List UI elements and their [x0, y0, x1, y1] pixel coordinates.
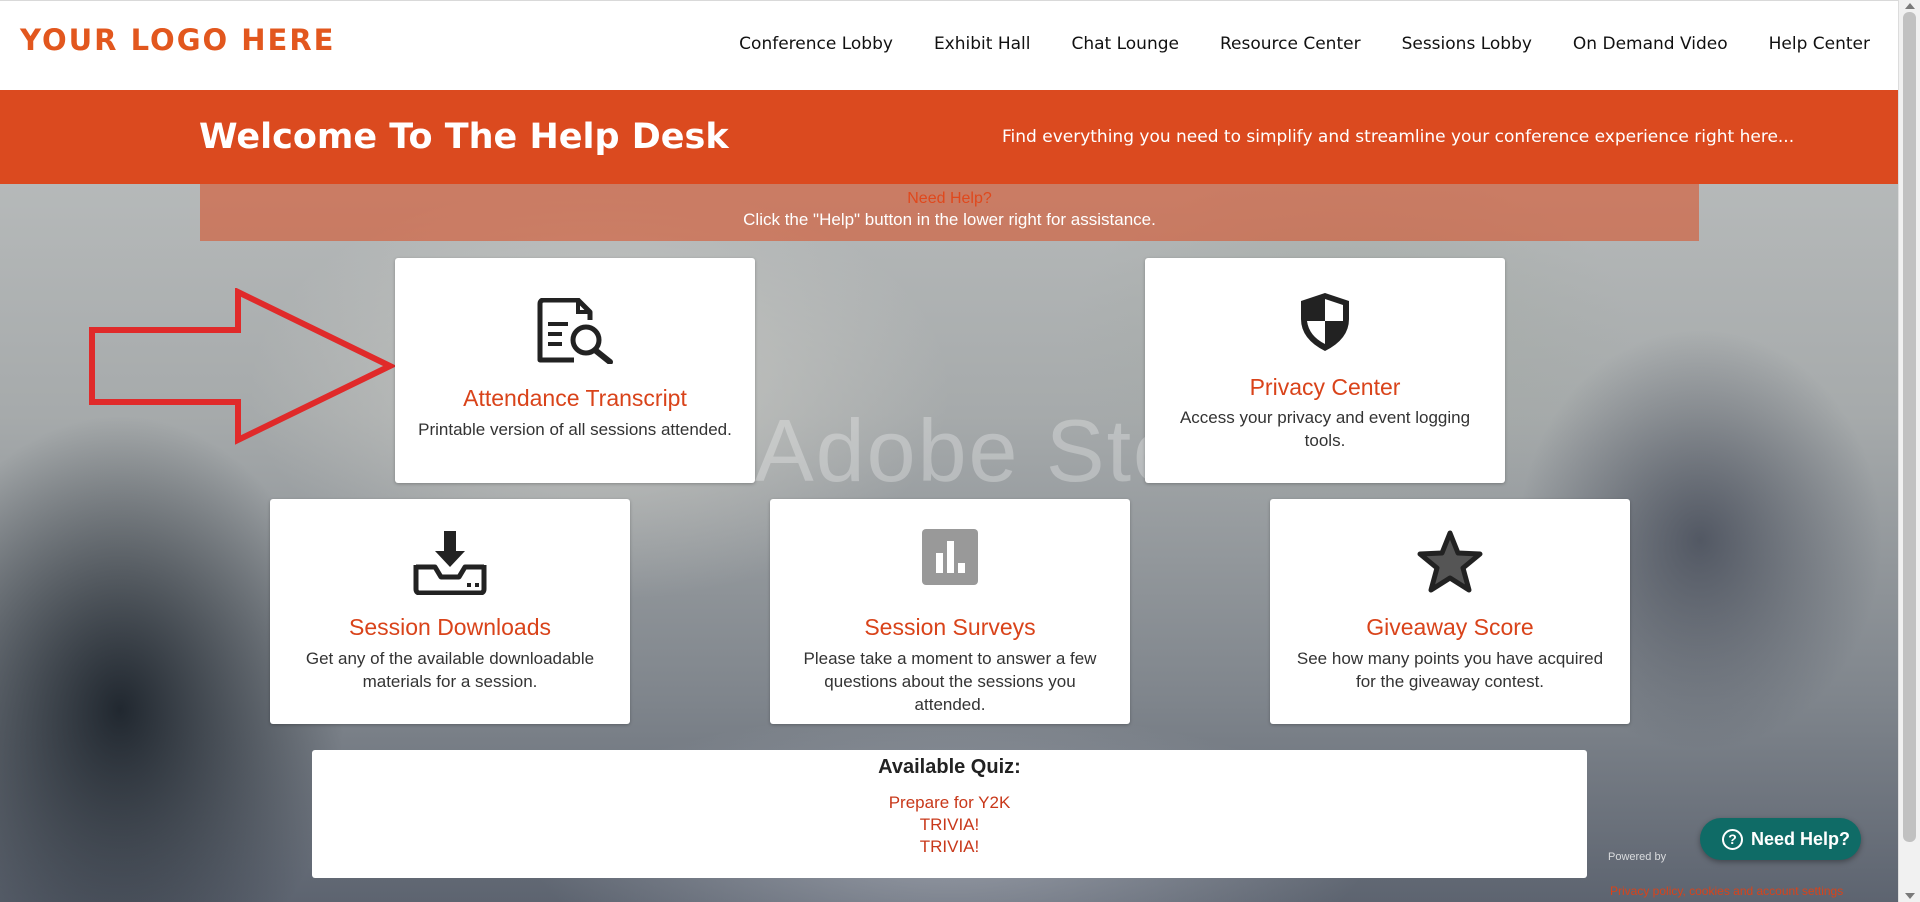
privacy-policy-link[interactable]: Privacy policy, cookies and account sett…	[1610, 884, 1843, 898]
session-downloads-card[interactable]: Session Downloads Get any of the availab…	[270, 499, 630, 724]
session-surveys-card[interactable]: Session Surveys Please take a moment to …	[770, 499, 1130, 724]
powered-by-label: Powered by	[1608, 851, 1667, 863]
need-help-button[interactable]: ? Need Help?	[1700, 818, 1861, 860]
card-title: Session Surveys	[864, 614, 1036, 640]
star-icon	[1270, 529, 1630, 595]
logo[interactable]: YOUR LOGO HERE	[20, 23, 335, 57]
page-scrollbar[interactable]	[1898, 0, 1920, 902]
privacy-center-card[interactable]: Privacy Center Access your privacy and e…	[1145, 258, 1505, 483]
quiz-link-trivia[interactable]: TRIVIA!	[312, 814, 1587, 836]
card-description: Get any of the available downloadable ma…	[305, 649, 595, 691]
welcome-banner: Welcome To The Help Desk Find everything…	[0, 90, 1898, 184]
nav-on-demand-video[interactable]: On Demand Video	[1573, 34, 1728, 54]
download-tray-icon	[270, 529, 630, 595]
card-description: See how many points you have acquired fo…	[1296, 649, 1604, 691]
need-help-button-label: Need Help?	[1751, 828, 1851, 849]
card-title: Giveaway Score	[1366, 614, 1534, 640]
quiz-heading: Available Quiz:	[878, 756, 1021, 778]
question-icon: ?	[1722, 828, 1743, 850]
main-nav: Conference Lobby Exhibit Hall Chat Loung…	[739, 34, 1870, 54]
need-help-heading: Need Help?	[907, 190, 992, 207]
quiz-link-prepare-for-y2k[interactable]: Prepare for Y2K	[312, 792, 1587, 814]
scroll-thumb[interactable]	[1903, 12, 1916, 842]
page-title: Welcome To The Help Desk	[199, 117, 729, 157]
card-description: Printable version of all sessions attend…	[418, 420, 732, 439]
quiz-list: Prepare for Y2K TRIVIA! TRIVIA!	[312, 792, 1587, 858]
document-search-icon	[395, 298, 755, 364]
attendance-transcript-card[interactable]: Attendance Transcript Printable version …	[395, 258, 755, 483]
quiz-link-trivia[interactable]: TRIVIA!	[312, 836, 1587, 858]
card-title: Attendance Transcript	[463, 385, 687, 411]
nav-resource-center[interactable]: Resource Center	[1220, 34, 1361, 54]
bar-chart-icon	[770, 529, 1130, 585]
nav-exhibit-hall[interactable]: Exhibit Hall	[934, 34, 1031, 54]
top-navigation-bar: YOUR LOGO HERE Conference Lobby Exhibit …	[0, 0, 1898, 90]
arrow-annotation	[89, 288, 397, 445]
nav-conference-lobby[interactable]: Conference Lobby	[739, 34, 893, 54]
card-description: Access your privacy and event logging to…	[1179, 408, 1471, 450]
nav-sessions-lobby[interactable]: Sessions Lobby	[1402, 34, 1532, 54]
need-help-text: Click the "Help" button in the lower rig…	[743, 210, 1156, 229]
need-help-notice: Need Help? Click the "Help" button in th…	[200, 184, 1699, 241]
card-description: Please take a moment to answer a few que…	[803, 649, 1097, 714]
card-title: Session Downloads	[348, 614, 551, 640]
banner-subtitle: Find everything you need to simplify and…	[1002, 127, 1795, 147]
nav-chat-lounge[interactable]: Chat Lounge	[1071, 34, 1179, 54]
scroll-down-arrow-icon[interactable]	[1905, 893, 1915, 899]
shield-icon	[1145, 291, 1505, 353]
giveaway-score-card[interactable]: Giveaway Score See how many points you h…	[1270, 499, 1630, 724]
nav-help-center[interactable]: Help Center	[1769, 34, 1870, 54]
scroll-up-arrow-icon[interactable]	[1905, 3, 1915, 9]
card-title: Privacy Center	[1249, 374, 1401, 400]
available-quiz-panel: Available Quiz: Prepare for Y2K TRIVIA! …	[312, 750, 1587, 878]
